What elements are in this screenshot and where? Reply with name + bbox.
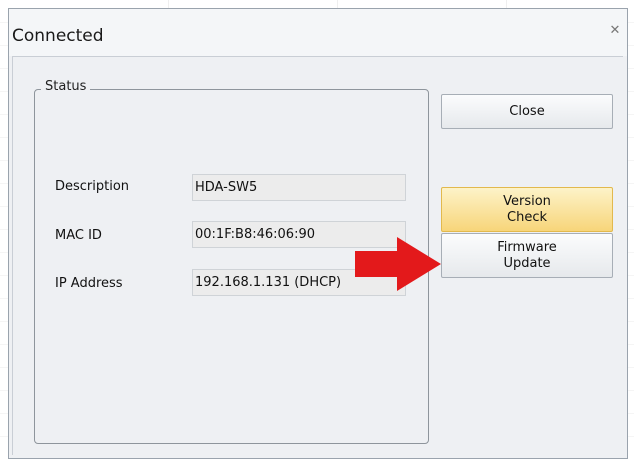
- firmware-update-button[interactable]: Firmware Update: [441, 233, 613, 278]
- status-group-label: Status: [41, 79, 91, 94]
- dialog-title: Connected: [12, 26, 104, 46]
- version-check-label-line1: Version: [503, 193, 551, 209]
- connected-dialog: Connected ✕ Status Description HDA-SW5 M…: [8, 8, 628, 459]
- title-bar: Connected ✕: [9, 9, 627, 56]
- version-check-label-line2: Check: [507, 209, 547, 225]
- close-button[interactable]: Close: [441, 94, 613, 129]
- red-arrow-icon: [355, 237, 441, 291]
- version-check-button[interactable]: Version Check: [441, 187, 613, 232]
- close-button-label: Close: [509, 103, 545, 119]
- firmware-update-label-line1: Firmware: [497, 239, 557, 255]
- description-label: Description: [55, 179, 130, 194]
- dialog-client-area: Status Description HDA-SW5 MAC ID 00:1F:…: [12, 56, 623, 455]
- ip-address-label: IP Address: [55, 276, 123, 291]
- firmware-update-label-line2: Update: [503, 255, 551, 271]
- close-icon[interactable]: ✕: [607, 23, 623, 39]
- mac-id-label: MAC ID: [55, 228, 102, 243]
- description-field: HDA-SW5: [192, 174, 406, 201]
